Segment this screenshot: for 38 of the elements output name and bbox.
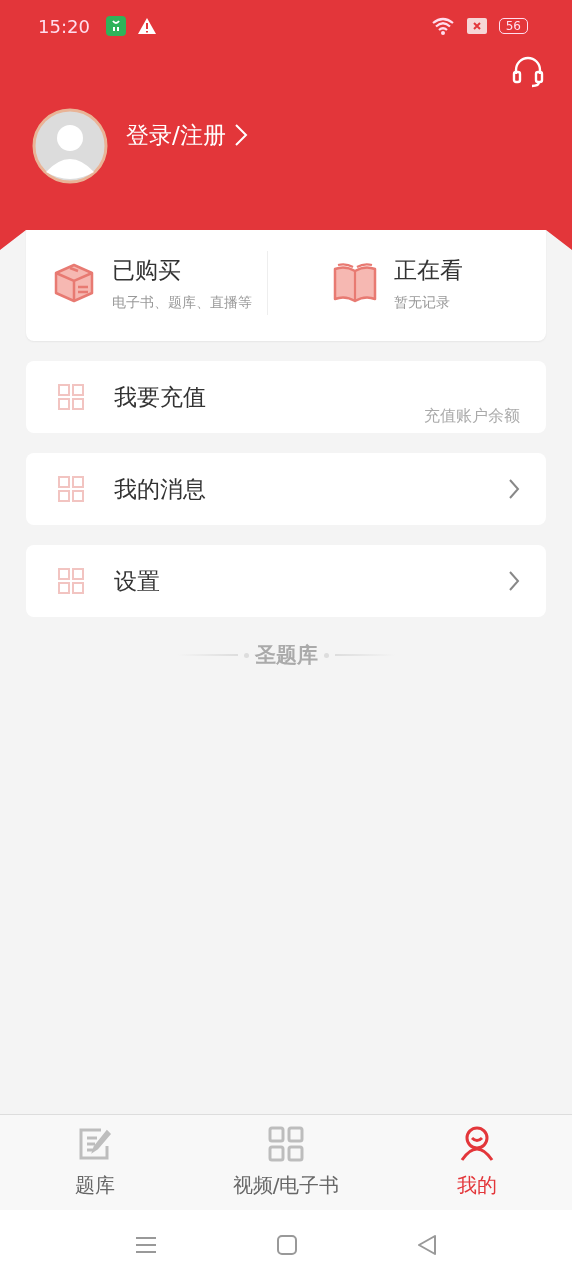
- no-sim-icon: [466, 18, 487, 34]
- login-link[interactable]: 登录/注册: [126, 119, 248, 151]
- menu-label: 我的消息: [114, 474, 206, 504]
- menu-item[interactable]: 我的消息: [26, 453, 546, 525]
- grid-icon: [58, 384, 84, 410]
- chevron-icon: [508, 570, 520, 592]
- chevron-icon: [508, 478, 520, 500]
- tab[interactable]: 我的: [381, 1115, 572, 1210]
- avatar[interactable]: [32, 108, 108, 184]
- summary-subtitle: 暂无记录: [393, 293, 451, 312]
- back-icon[interactable]: [417, 1235, 437, 1255]
- menu-note: 充值账户余额: [424, 406, 520, 427]
- summary-title[interactable]: 正在看: [393, 254, 463, 286]
- menu-icon[interactable]: [135, 1235, 157, 1255]
- grid-icon: [58, 476, 84, 502]
- menu-item[interactable]: 设置: [26, 545, 546, 617]
- wifi-icon: [430, 17, 455, 35]
- menu-label: 设置: [114, 566, 160, 596]
- person-icon: [458, 1126, 495, 1162]
- brand-name: 圣题库: [254, 642, 318, 669]
- home-icon[interactable]: [277, 1235, 297, 1255]
- summary-title[interactable]: 已购买: [112, 254, 252, 286]
- grid-icon: [268, 1126, 304, 1162]
- tab[interactable]: 视频/电子书: [190, 1115, 382, 1210]
- open-book-icon: [331, 261, 378, 305]
- chevron-icon: [233, 123, 248, 147]
- edit-icon: [77, 1126, 114, 1162]
- grid-icon: [58, 568, 84, 594]
- app-notification-icon: [105, 16, 126, 36]
- status-time: 15:20: [38, 15, 90, 37]
- menu-label: 我要充值: [114, 382, 206, 412]
- headset-icon[interactable]: [512, 56, 544, 88]
- summary-subtitle: 电子书、题库、直播等: [112, 293, 252, 312]
- box-icon: [52, 261, 96, 305]
- warning-icon: [137, 18, 156, 34]
- menu-item[interactable]: 我要充值 充值账户余额: [26, 361, 546, 433]
- tab[interactable]: 题库: [0, 1115, 191, 1210]
- battery-indicator: 56: [498, 18, 528, 34]
